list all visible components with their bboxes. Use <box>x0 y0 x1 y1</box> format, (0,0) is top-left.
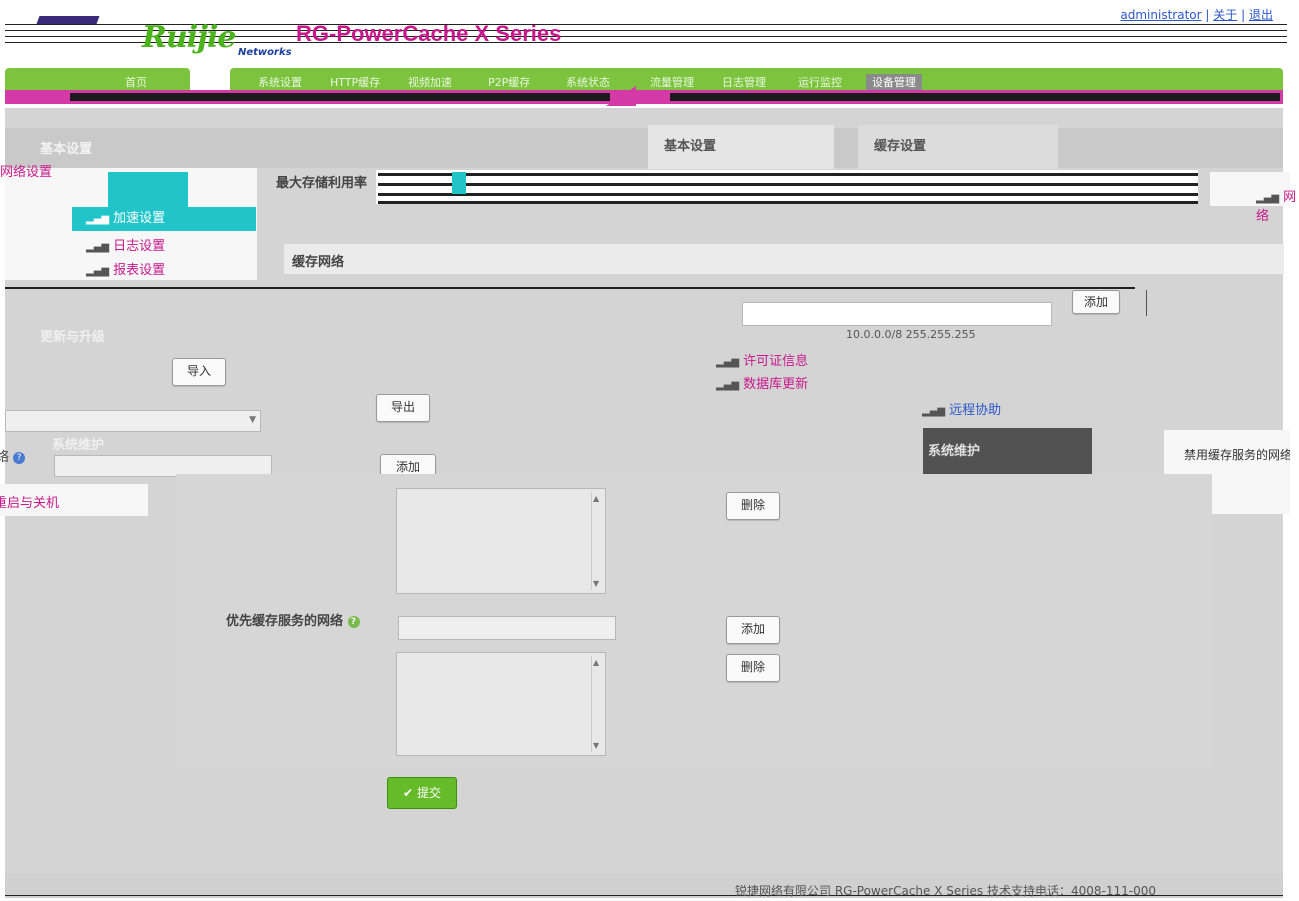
delete-button[interactable]: 删除 <box>726 654 780 682</box>
about-link[interactable]: 关于 <box>1213 8 1237 22</box>
nav-item-home[interactable]: 首页 <box>125 74 147 90</box>
separator: | <box>1205 8 1210 22</box>
left-menu-report-label: 报表设置 <box>113 263 166 278</box>
nav-item-status[interactable]: 系统状态 <box>566 74 610 90</box>
right-menu-license-label: 许可证信息 <box>743 354 809 369</box>
left-menu-log[interactable]: ▂▄▆ 日志设置 <box>86 235 165 254</box>
scroll-down-icon[interactable]: ▼ <box>593 579 599 588</box>
nav-item-device[interactable]: 设备管理 <box>866 74 922 90</box>
right-menu-db-update[interactable]: ▂▄▆ 数据库更新 <box>716 373 808 392</box>
info-icon: ? <box>347 615 360 628</box>
bars-icon: ▂▄▆ <box>1256 193 1280 204</box>
logo-networks: Networks <box>238 47 292 58</box>
left-menu-report[interactable]: ▂▄▆ 报表设置 <box>86 259 165 278</box>
cache-network-title: 缓存网络 <box>292 255 345 270</box>
add-button[interactable]: 添加 <box>1072 290 1120 314</box>
footer-support: 技术支持电话：4008-111-000 <box>986 884 1156 898</box>
add-button[interactable]: 添加 <box>726 616 780 644</box>
chevron-down-icon: ▼ <box>249 415 256 425</box>
nav-item-video[interactable]: 视频加速 <box>408 74 452 90</box>
tab-basic-label: 基本设置 <box>664 139 717 154</box>
maintenance-title: 系统维护 <box>52 438 105 453</box>
nav-item-p2p[interactable]: P2P缓存 <box>488 74 530 90</box>
divider <box>1136 290 1147 316</box>
nav-item-http[interactable]: HTTP缓存 <box>330 74 380 90</box>
nav-item-monitor[interactable]: 运行监控 <box>798 74 842 90</box>
delete-button[interactable]: 删除 <box>726 492 780 520</box>
bars-icon: ▂▄▆ <box>716 380 740 391</box>
right-menu-remote[interactable]: ▂▄▆ 远程协助 <box>922 399 1001 418</box>
right-menu-remote-label: 远程协助 <box>949 403 1002 418</box>
tab-cache-settings[interactable]: 缓存设置 <box>858 125 1058 169</box>
field-line <box>378 201 1198 204</box>
menu-highlight <box>108 172 188 207</box>
bars-icon: ▂▄▆ <box>716 357 740 368</box>
bars-icon: ▂▄▆ <box>86 266 110 277</box>
info-icon: ? <box>13 451 26 464</box>
priority-network-input[interactable] <box>398 616 616 640</box>
bars-icon: ▂▄▆ <box>86 242 110 253</box>
right-menu-network[interactable]: ▂▄▆ 网络 <box>1256 186 1299 224</box>
submit-button[interactable]: ✔ 提交 <box>387 777 457 809</box>
field-line <box>378 173 1198 176</box>
footer-company: 锐捷网络有限公司 RG-PowerCache X Series <box>735 884 984 898</box>
check-icon: ✔ <box>403 786 414 800</box>
priority-network-label: 优先缓存服务的网络 ? <box>226 610 360 629</box>
ip-input[interactable] <box>742 302 1052 326</box>
scrollbar[interactable]: ▲ ▼ <box>591 656 602 752</box>
network-list[interactable]: ▲ ▼ <box>396 488 606 594</box>
slider-handle[interactable] <box>452 172 466 194</box>
product-name: RG-PowerCache X Series <box>296 21 562 46</box>
tab-basic-settings[interactable]: 基本设置 <box>648 125 834 169</box>
nav-item-system[interactable]: 系统设置 <box>258 74 302 90</box>
priority-network-list[interactable]: ▲ ▼ <box>396 652 606 756</box>
scroll-up-icon[interactable]: ▲ <box>593 658 599 667</box>
user-link[interactable]: administrator <box>1120 8 1201 22</box>
bars-icon: ▂▄▆ <box>86 214 110 225</box>
disabled-network-label: 禁用缓存服务的网络 <box>1184 448 1290 462</box>
left-menu-reboot[interactable]: 重启与关机 <box>0 492 59 511</box>
nav-notch <box>606 86 636 106</box>
scrollbar[interactable]: ▲ ▼ <box>591 492 602 590</box>
import-button[interactable]: 导入 <box>172 358 226 386</box>
right-maintenance-title: 系统维护 <box>928 444 981 459</box>
top-links: administrator | 关于 | 退出 <box>1120 6 1273 23</box>
left-menu-network[interactable]: 网络设置 <box>0 159 58 182</box>
left-menu-accel-label: 加速设置 <box>113 211 166 226</box>
divider <box>5 287 1135 289</box>
tab-cache-label: 缓存设置 <box>874 139 927 154</box>
field-line <box>378 183 1198 186</box>
export-button[interactable]: 导出 <box>376 394 430 422</box>
ip-sample: 10.0.0.0/8 255.255.255 <box>846 328 976 341</box>
priority-network-text: 优先缓存服务的网络 <box>226 614 344 629</box>
nav-shadow <box>670 93 1280 101</box>
nav-shadow <box>70 93 610 101</box>
max-storage-label: 最大存储利用率 <box>276 176 368 191</box>
logo: Ruijie <box>142 20 236 55</box>
right-menu-db-label: 数据库更新 <box>743 377 809 392</box>
left-panel-title: 基本设置 <box>40 142 93 157</box>
separator: | <box>1241 8 1246 22</box>
bars-icon: ▂▄▆ <box>922 406 946 417</box>
submit-label: 提交 <box>416 786 441 800</box>
nav-item-log[interactable]: 日志管理 <box>722 74 766 90</box>
logout-link[interactable]: 退出 <box>1249 8 1273 22</box>
scroll-up-icon[interactable]: ▲ <box>593 494 599 503</box>
right-menu-license[interactable]: ▂▄▆ 许可证信息 <box>716 350 808 369</box>
left-menu-network-label: 网络设置 <box>0 165 53 180</box>
logo-swoosh <box>36 16 100 24</box>
scroll-down-icon[interactable]: ▼ <box>593 741 599 750</box>
upgrade-title: 更新与升级 <box>40 330 106 345</box>
left-network-label: 络 ? <box>0 446 26 465</box>
tab-band <box>5 128 1283 168</box>
field-line <box>378 193 1198 196</box>
footer-text: 锐捷网络有限公司 RG-PowerCache X Series 技术支持电话：4… <box>735 882 1156 899</box>
cache-network-header <box>284 244 1284 274</box>
left-select[interactable]: ▼ <box>5 410 261 432</box>
nav-item-traffic[interactable]: 流量管理 <box>650 74 694 90</box>
left-menu-accel[interactable]: ▂▄▆ 加速设置 <box>72 207 256 231</box>
left-menu-log-label: 日志设置 <box>113 239 166 254</box>
